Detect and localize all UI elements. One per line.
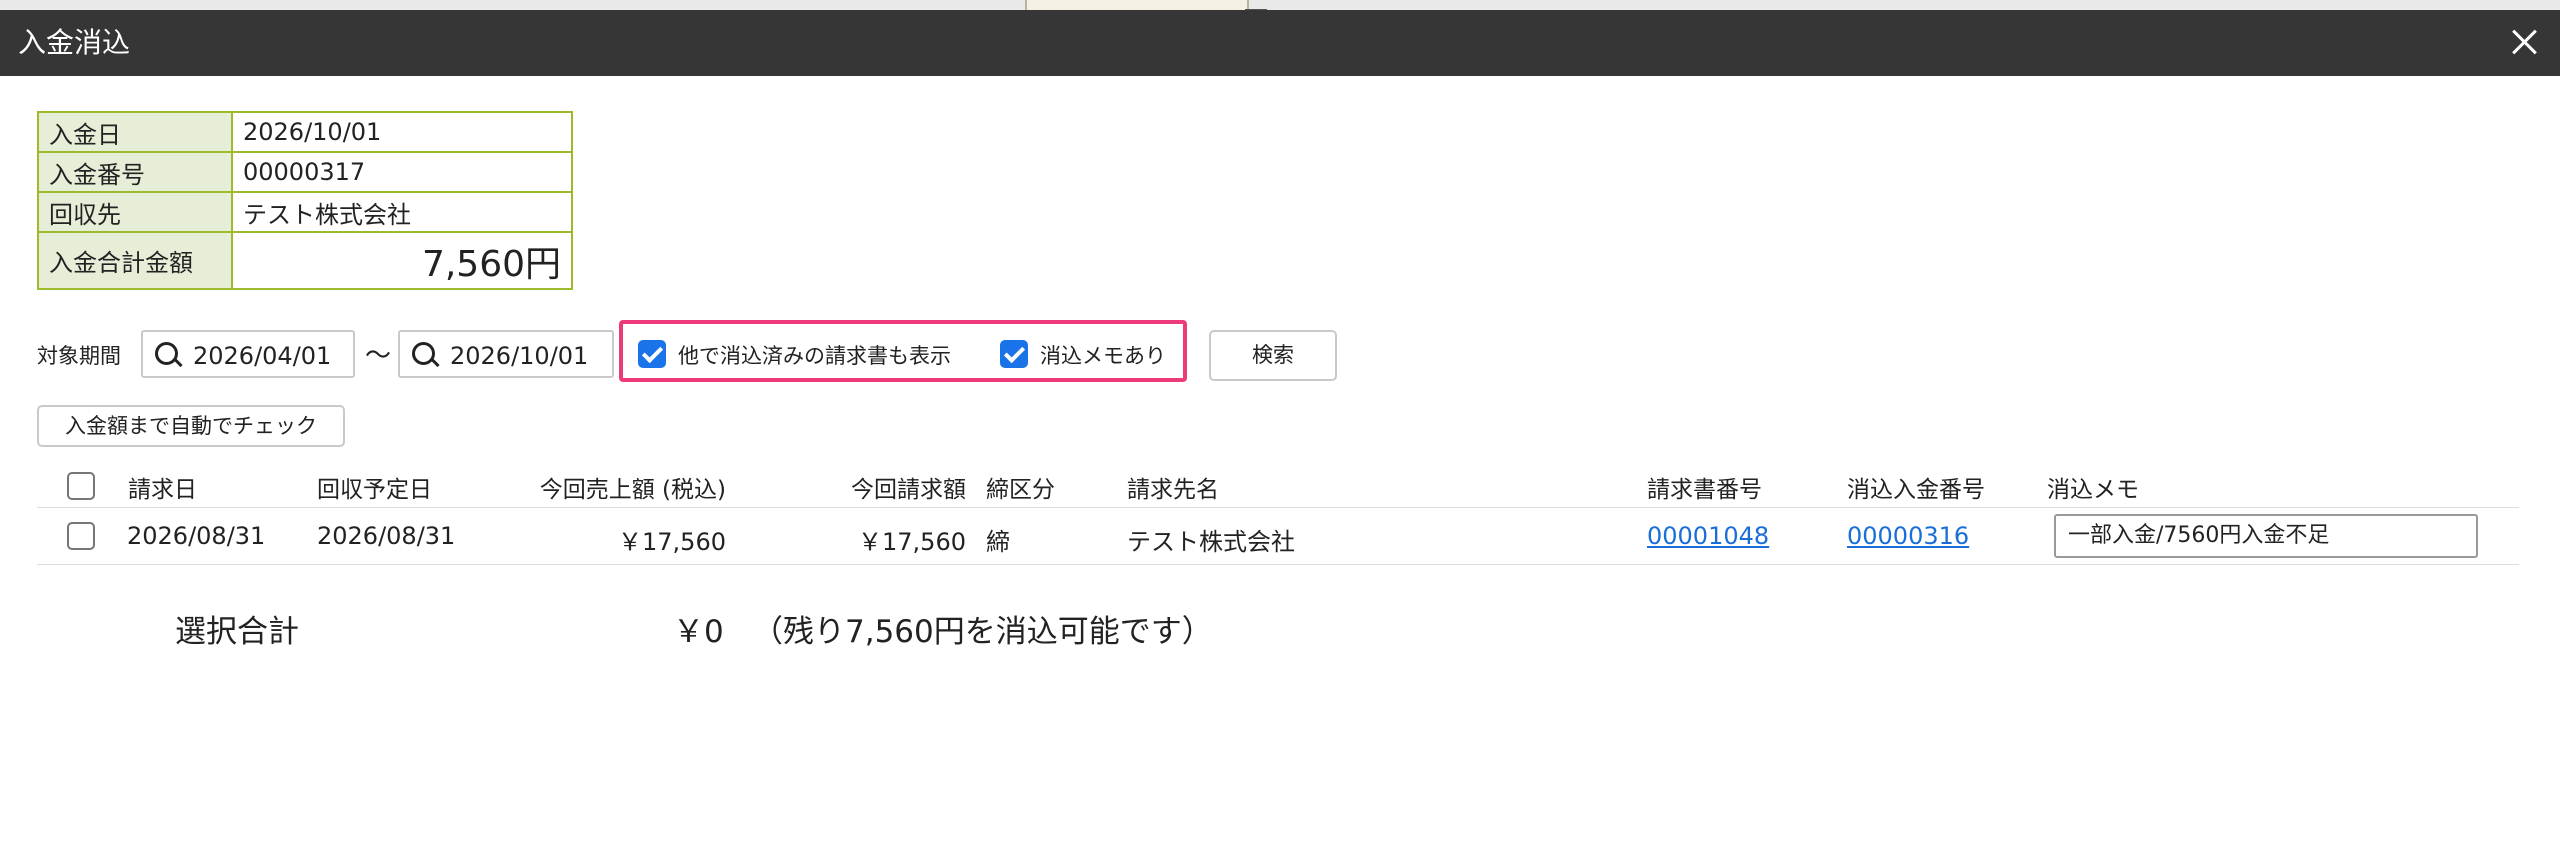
row-invoice-date: 2026/08/31 — [127, 522, 266, 550]
auto-check-button[interactable]: 入金額まで自動でチェック — [37, 405, 345, 447]
header-due-date: 回収予定日 — [317, 477, 432, 503]
header-client-name: 請求先名 — [1127, 477, 1219, 503]
header-divider — [37, 507, 2519, 508]
period-label: 対象期間 — [37, 344, 121, 368]
payment-reconcile-dialog: 入金消込 入金日 2026/10/01 入金番号 00000317 回収先 テス… — [0, 0, 2560, 854]
row-checkbox[interactable] — [67, 522, 95, 550]
payment-total-label: 入金合計金額 — [37, 231, 233, 290]
date-from-input[interactable]: 2026/04/01 — [141, 330, 355, 378]
memo-input[interactable]: 一部入金/7560円入金不足 — [2054, 514, 2478, 558]
header-cleared-payment-number: 消込入金番号 — [1847, 477, 1985, 503]
show-cleared-checkbox[interactable] — [638, 340, 666, 368]
invoice-number-link[interactable]: 00001048 — [1647, 522, 1769, 550]
background-page-strip — [0, 0, 2560, 10]
search-icon — [155, 342, 178, 365]
select-all-checkbox[interactable] — [67, 472, 95, 500]
header-closing-type: 締区分 — [986, 477, 1055, 503]
background-page-field — [1025, 0, 1249, 10]
selected-total-value: ￥0 — [673, 614, 724, 650]
row-sales-amount: ￥17,560 — [618, 528, 726, 556]
header-memo: 消込メモ — [2047, 477, 2139, 503]
date-from-value: 2026/04/01 — [193, 342, 332, 370]
search-button[interactable]: 検索 — [1209, 330, 1337, 381]
selected-total-label: 選択合計 — [175, 614, 299, 650]
header-sales-amount: 今回売上額 (税込) — [539, 477, 726, 503]
row-divider — [37, 564, 2519, 565]
row-closing-type: 締 — [986, 528, 1010, 556]
row-client-name: テスト株式会社 — [1127, 528, 1295, 556]
date-to-value: 2026/10/01 — [450, 342, 589, 370]
header-invoice-number: 請求書番号 — [1647, 477, 1762, 503]
payment-number-label: 入金番号 — [37, 151, 233, 193]
close-icon[interactable] — [2506, 24, 2542, 60]
date-separator: 〜 — [365, 341, 392, 371]
dialog-title-bar: 入金消込 — [0, 10, 2560, 76]
header-invoice-date: 請求日 — [128, 477, 197, 503]
has-memo-label: 消込メモあり — [1040, 344, 1166, 368]
dialog-title: 入金消込 — [18, 26, 131, 59]
payment-date-value: 2026/10/01 — [231, 111, 573, 153]
remaining-note: （残り7,560円を消込可能です） — [752, 614, 1213, 650]
date-to-input[interactable]: 2026/10/01 — [398, 330, 614, 378]
row-billed-amount: ￥17,560 — [858, 528, 966, 556]
payment-date-label: 入金日 — [37, 111, 233, 153]
payment-number-value: 00000317 — [231, 151, 573, 193]
collection-from-value: テスト株式会社 — [231, 191, 573, 233]
has-memo-checkbox[interactable] — [1000, 340, 1028, 368]
payment-total-value: 7,560円 — [231, 231, 573, 290]
search-icon — [412, 342, 435, 365]
collection-from-label: 回収先 — [37, 191, 233, 233]
payment-info-table: 入金日 2026/10/01 入金番号 00000317 回収先 テスト株式会社… — [37, 111, 573, 290]
header-billed-amount: 今回請求額 — [851, 477, 966, 503]
cleared-payment-number-link[interactable]: 00000316 — [1847, 522, 1969, 550]
row-due-date: 2026/08/31 — [317, 522, 456, 550]
show-cleared-label: 他で消込済みの請求書も表示 — [678, 344, 951, 368]
